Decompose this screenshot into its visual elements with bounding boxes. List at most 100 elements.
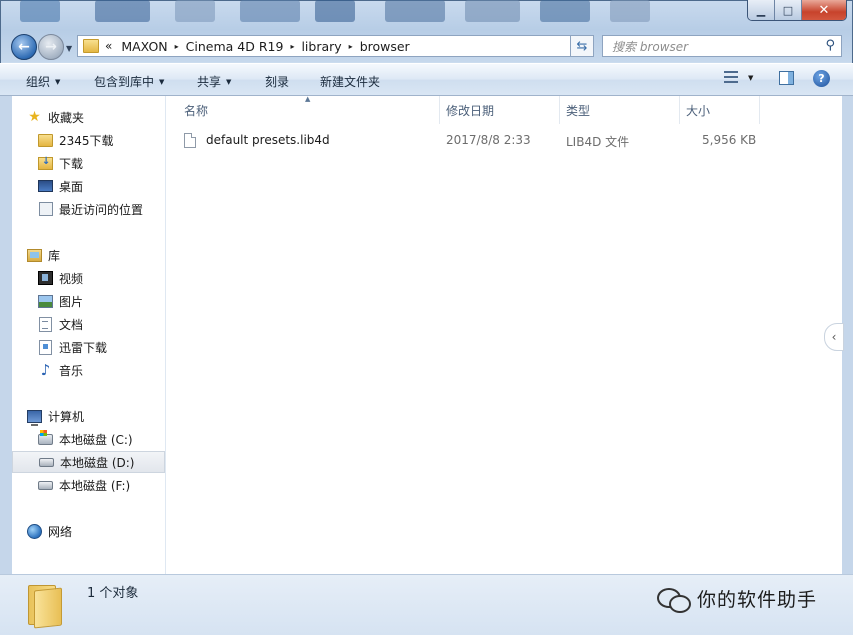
sidebar-item-label: 桌面: [59, 179, 84, 194]
system-drive-icon: [38, 429, 53, 445]
help-icon: ?: [813, 70, 830, 87]
sidebar-item-drive-d[interactable]: 本地磁盘 (D:): [12, 451, 165, 473]
change-view-button[interactable]: [724, 71, 738, 83]
file-list[interactable]: 名称 ▲ 修改日期 类型 大小 default presets.lib4d 20…: [166, 95, 844, 574]
sidebar-network[interactable]: 网络: [12, 520, 165, 542]
taskbar-blur: [385, 0, 445, 22]
sidebar-network-label: 网络: [48, 524, 73, 539]
file-row[interactable]: default presets.lib4d 2017/8/8 2:33 LIB4…: [184, 129, 804, 151]
drive-icon: [38, 480, 53, 490]
arrow-left-icon: ←: [18, 39, 30, 55]
command-bar: 组织 ▼ 包含到库中 ▼ 共享 ▼ 刻录 新建文件夹 ▼ ?: [0, 63, 853, 96]
sidebar-item-label: 迅雷下载: [59, 340, 108, 355]
help-button[interactable]: ?: [813, 70, 830, 87]
forward-button[interactable]: →: [38, 34, 64, 60]
sidebar-item-documents[interactable]: 文档: [12, 313, 165, 335]
refresh-icon: ⇆: [576, 38, 588, 54]
documents-icon: [39, 316, 52, 332]
column-header-label: 修改日期: [446, 103, 495, 118]
breadcrumb: « MAXON ▸ Cinema 4D R19 ▸ library ▸ brow…: [105, 39, 410, 54]
sidebar-item-drive-c[interactable]: 本地磁盘 (C:): [12, 428, 165, 450]
refresh-button[interactable]: ⇆: [570, 35, 594, 57]
wechat-icon: [657, 586, 691, 613]
watermark: 你的软件助手: [657, 585, 818, 613]
navigation-pane[interactable]: ★ 收藏夹 2345下载 下载 桌面 最近访问的位置 库 视频: [12, 96, 166, 574]
recent-places-icon: [38, 202, 53, 216]
breadcrumb-item-cinema4d[interactable]: Cinema 4D R19: [186, 39, 284, 54]
views-icon: [724, 71, 738, 83]
sidebar-favorites[interactable]: ★ 收藏夹: [12, 106, 165, 128]
sidebar-libraries-label: 库: [48, 248, 61, 263]
close-button[interactable]: ✕: [802, 0, 846, 20]
include-in-library-menu[interactable]: 包含到库中 ▼: [94, 73, 164, 90]
sidebar-computer-label: 计算机: [48, 409, 85, 424]
taskbar-blur: [20, 0, 60, 22]
new-folder-label: 新建文件夹: [320, 75, 381, 89]
column-header-modified[interactable]: 修改日期: [440, 96, 560, 124]
share-menu[interactable]: 共享 ▼: [197, 73, 231, 90]
burn-label: 刻录: [265, 75, 290, 89]
sidebar-computer[interactable]: 计算机: [12, 405, 165, 427]
preview-pane-button[interactable]: [779, 71, 794, 85]
sidebar-item-videos[interactable]: 视频: [12, 267, 165, 289]
column-header-name[interactable]: 名称 ▲: [166, 95, 440, 124]
include-in-library-label: 包含到库中: [94, 75, 155, 89]
title-bar: ▁ □ ✕: [0, 0, 853, 30]
breadcrumb-item-maxon[interactable]: MAXON: [121, 39, 167, 54]
drive-icon: [39, 457, 54, 467]
maximize-button[interactable]: □: [775, 0, 802, 20]
search-input[interactable]: [610, 37, 814, 57]
sidebar-item-label: 2345下载: [59, 133, 114, 148]
side-panel-toggle[interactable]: ‹: [824, 323, 844, 351]
explorer-window: ▁ □ ✕ ← → ▼ « MAXON ▸ Cinema 4D R19 ▸ li…: [0, 0, 853, 635]
sidebar-item-music[interactable]: ♪ 音乐: [12, 359, 165, 381]
thunder-download-icon: [39, 339, 52, 355]
file-type: LIB4D 文件: [566, 135, 630, 149]
recent-pages-dropdown[interactable]: ▼: [66, 44, 72, 53]
chevron-right-icon[interactable]: ▸: [290, 42, 294, 51]
new-folder-button[interactable]: 新建文件夹: [320, 73, 380, 90]
sidebar-item-label: 本地磁盘 (F:): [59, 478, 131, 493]
sidebar-item-label: 本地磁盘 (D:): [60, 455, 135, 470]
preview-pane-icon: [779, 71, 794, 85]
search-icon[interactable]: ⚲: [825, 38, 835, 53]
sidebar-item-recent-places[interactable]: 最近访问的位置: [12, 198, 165, 220]
chevron-right-icon[interactable]: ▸: [349, 42, 353, 51]
column-header-size[interactable]: 大小: [680, 96, 760, 124]
breadcrumb-item-library[interactable]: library: [301, 39, 341, 54]
breadcrumb-item-browser[interactable]: browser: [360, 39, 410, 54]
navigation-bar: ← → ▼ « MAXON ▸ Cinema 4D R19 ▸ library …: [0, 30, 853, 62]
sidebar-item-desktop[interactable]: 桌面: [12, 175, 165, 197]
item-count: 1 个对象: [87, 586, 139, 601]
sidebar-item-thunder-downloads[interactable]: 迅雷下载: [12, 336, 165, 358]
taskbar-blur: [175, 0, 215, 22]
column-header-type[interactable]: 类型: [560, 96, 680, 124]
taskbar-blur: [465, 0, 520, 22]
column-header-label: 大小: [686, 103, 711, 118]
address-bar[interactable]: « MAXON ▸ Cinema 4D R19 ▸ library ▸ brow…: [77, 35, 592, 57]
file-size: 5,956 KB: [702, 133, 757, 147]
search-box[interactable]: ⚲: [602, 35, 842, 57]
sidebar-item-label: 音乐: [59, 363, 84, 378]
taskbar-blur: [540, 0, 590, 22]
chevron-right-icon[interactable]: ▸: [175, 42, 179, 51]
column-header-label: 类型: [566, 103, 591, 118]
organize-menu[interactable]: 组织 ▼: [26, 73, 60, 90]
arrow-right-icon: →: [45, 39, 57, 55]
computer-icon: [27, 409, 42, 426]
network-icon: [27, 523, 42, 539]
view-options-dropdown[interactable]: ▼: [748, 74, 753, 82]
sidebar-item-downloads[interactable]: 下载: [12, 152, 165, 174]
breadcrumb-overflow[interactable]: «: [105, 39, 112, 53]
watermark-text: 你的软件助手: [697, 589, 818, 611]
organize-label: 组织: [26, 75, 51, 89]
sidebar-item-pictures[interactable]: 图片: [12, 290, 165, 312]
sort-ascending-icon: ▲: [305, 95, 311, 103]
minimize-button[interactable]: ▁: [748, 0, 775, 20]
video-icon: [38, 271, 53, 285]
sidebar-item-2345-downloads[interactable]: 2345下载: [12, 129, 165, 151]
sidebar-item-drive-f[interactable]: 本地磁盘 (F:): [12, 474, 165, 496]
back-button[interactable]: ←: [11, 34, 37, 60]
burn-button[interactable]: 刻录: [265, 73, 289, 90]
sidebar-libraries[interactable]: 库: [12, 244, 165, 266]
